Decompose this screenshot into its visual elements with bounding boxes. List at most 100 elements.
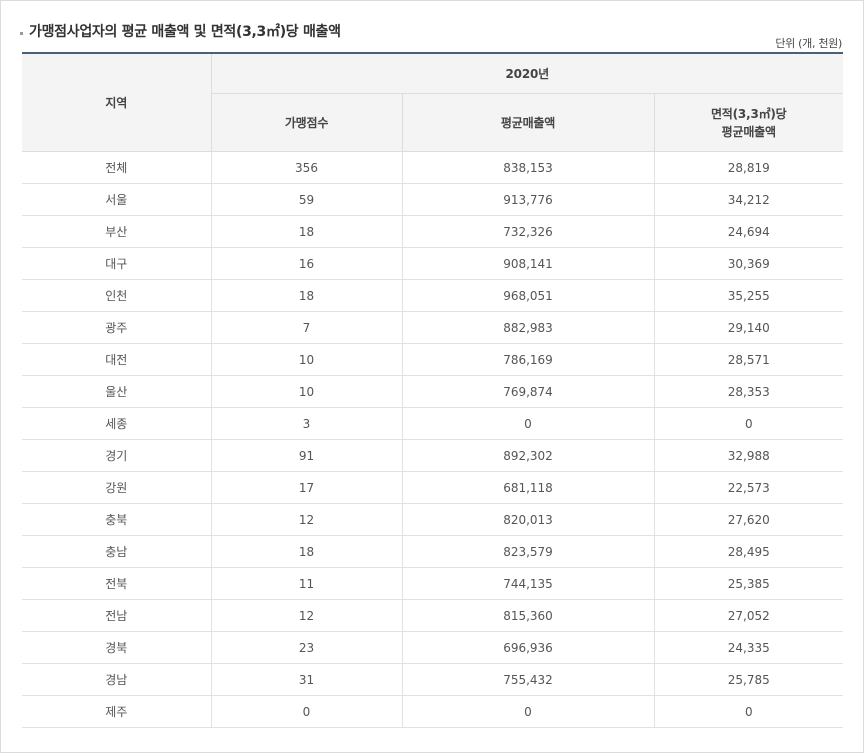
- cell-region: 전체: [22, 151, 211, 184]
- table-body: 전체 356 838,153 28,819 서울 59 913,776 34,212 부산 18 7…: [22, 151, 844, 728]
- table-row: 전북 11 744,135 25,385: [22, 567, 844, 600]
- cell-stores: 23: [210, 631, 402, 664]
- table-row: 전남 12 815,360 27,052: [22, 599, 844, 632]
- cell-region: 세종: [22, 407, 211, 440]
- cell-stores: 3: [210, 407, 402, 440]
- table-row: 서울 59 913,776 34,212: [22, 183, 844, 216]
- header-area-sales-line1: 면적(3,3㎡)당: [710, 106, 787, 121]
- cell-area-sales: 0: [653, 695, 844, 728]
- cell-stores: 356: [210, 151, 402, 184]
- table-row: 대구 16 908,141 30,369: [22, 247, 844, 280]
- cell-area-sales: 24,694: [653, 215, 844, 248]
- data-table: 지역 2020년 가맹점수 평균매출액 면적(3,3㎡)당 평균매출액 전체 35…: [22, 52, 844, 728]
- cell-stores: 16: [210, 247, 402, 280]
- cell-area-sales: 28,353: [653, 375, 844, 408]
- cell-avg-sales: 0: [401, 407, 654, 440]
- cell-area-sales: 32,988: [653, 439, 844, 472]
- table-row: 충남 18 823,579 28,495: [22, 535, 844, 568]
- cell-region: 대전: [22, 343, 211, 376]
- cell-region: 광주: [22, 311, 211, 344]
- cell-avg-sales: 820,013: [401, 503, 654, 536]
- cell-avg-sales: 892,302: [401, 439, 654, 472]
- cell-stores: 10: [210, 343, 402, 376]
- cell-avg-sales: 823,579: [401, 535, 654, 568]
- table-row: 경남 31 755,432 25,785: [22, 663, 844, 696]
- table-row: 세종 3 0 0: [22, 407, 844, 440]
- header-stores: 가맹점수: [210, 93, 402, 152]
- table-row: 광주 7 882,983 29,140: [22, 311, 844, 344]
- table-row: 충북 12 820,013 27,620: [22, 503, 844, 536]
- cell-area-sales: 28,571: [653, 343, 844, 376]
- header-year: 2020년: [210, 52, 844, 94]
- cell-region: 전북: [22, 567, 211, 600]
- cell-stores: 17: [210, 471, 402, 504]
- cell-avg-sales: 968,051: [401, 279, 654, 312]
- cell-area-sales: 24,335: [653, 631, 844, 664]
- cell-stores: 59: [210, 183, 402, 216]
- cell-avg-sales: 0: [401, 695, 654, 728]
- table-header: 지역 2020년 가맹점수 평균매출액 면적(3,3㎡)당 평균매출액: [22, 52, 844, 152]
- cell-region: 충북: [22, 503, 211, 536]
- cell-avg-sales: 882,983: [401, 311, 654, 344]
- cell-avg-sales: 732,326: [401, 215, 654, 248]
- cell-avg-sales: 913,776: [401, 183, 654, 216]
- header-area-sales-line2: 평균매출액: [721, 124, 776, 139]
- unit-label: 단위 (개, 천원): [775, 37, 842, 50]
- cell-region: 대구: [22, 247, 211, 280]
- cell-area-sales: 27,052: [653, 599, 844, 632]
- table-row: 제주 0 0 0: [22, 695, 844, 728]
- cell-avg-sales: 908,141: [401, 247, 654, 280]
- cell-region: 제주: [22, 695, 211, 728]
- page-title: 가맹점사업자의 평균 매출액 및 면적(3,3㎡)당 매출액: [29, 24, 341, 40]
- cell-avg-sales: 769,874: [401, 375, 654, 408]
- cell-avg-sales: 755,432: [401, 663, 654, 696]
- table-row: 부산 18 732,326 24,694: [22, 215, 844, 248]
- cell-region: 충남: [22, 535, 211, 568]
- cell-avg-sales: 815,360: [401, 599, 654, 632]
- cell-stores: 11: [210, 567, 402, 600]
- cell-stores: 7: [210, 311, 402, 344]
- cell-stores: 0: [210, 695, 402, 728]
- cell-area-sales: 28,495: [653, 535, 844, 568]
- header-area-sales: 면적(3,3㎡)당 평균매출액: [653, 93, 844, 152]
- cell-region: 전남: [22, 599, 211, 632]
- cell-stores: 18: [210, 215, 402, 248]
- cell-stores: 10: [210, 375, 402, 408]
- cell-area-sales: 29,140: [653, 311, 844, 344]
- cell-area-sales: 27,620: [653, 503, 844, 536]
- cell-avg-sales: 696,936: [401, 631, 654, 664]
- cell-region: 경남: [22, 663, 211, 696]
- cell-stores: 12: [210, 599, 402, 632]
- title-row: 가맹점사업자의 평균 매출액 및 면적(3,3㎡)당 매출액: [20, 20, 341, 42]
- cell-stores: 18: [210, 279, 402, 312]
- bullet-icon: [20, 31, 23, 35]
- cell-area-sales: 35,255: [653, 279, 844, 312]
- header-region: 지역: [22, 52, 211, 152]
- cell-stores: 31: [210, 663, 402, 696]
- cell-region: 부산: [22, 215, 211, 248]
- cell-region: 경북: [22, 631, 211, 664]
- cell-area-sales: 22,573: [653, 471, 844, 504]
- cell-stores: 91: [210, 439, 402, 472]
- cell-area-sales: 25,385: [653, 567, 844, 600]
- cell-avg-sales: 744,135: [401, 567, 654, 600]
- cell-region: 경기: [22, 439, 211, 472]
- cell-area-sales: 28,819: [653, 151, 844, 184]
- table-row: 전체 356 838,153 28,819: [22, 151, 844, 184]
- table-row: 경북 23 696,936 24,335: [22, 631, 844, 664]
- cell-avg-sales: 681,118: [401, 471, 654, 504]
- table-row: 울산 10 769,874 28,353: [22, 375, 844, 408]
- cell-area-sales: 25,785: [653, 663, 844, 696]
- table-row: 인천 18 968,051 35,255: [22, 279, 844, 312]
- cell-area-sales: 0: [653, 407, 844, 440]
- cell-area-sales: 34,212: [653, 183, 844, 216]
- cell-avg-sales: 786,169: [401, 343, 654, 376]
- table-row: 대전 10 786,169 28,571: [22, 343, 844, 376]
- table-row: 강원 17 681,118 22,573: [22, 471, 844, 504]
- cell-area-sales: 30,369: [653, 247, 844, 280]
- cell-stores: 18: [210, 535, 402, 568]
- header-avg-sales: 평균매출액: [401, 93, 654, 152]
- cell-region: 인천: [22, 279, 211, 312]
- table-row: 경기 91 892,302 32,988: [22, 439, 844, 472]
- cell-region: 서울: [22, 183, 211, 216]
